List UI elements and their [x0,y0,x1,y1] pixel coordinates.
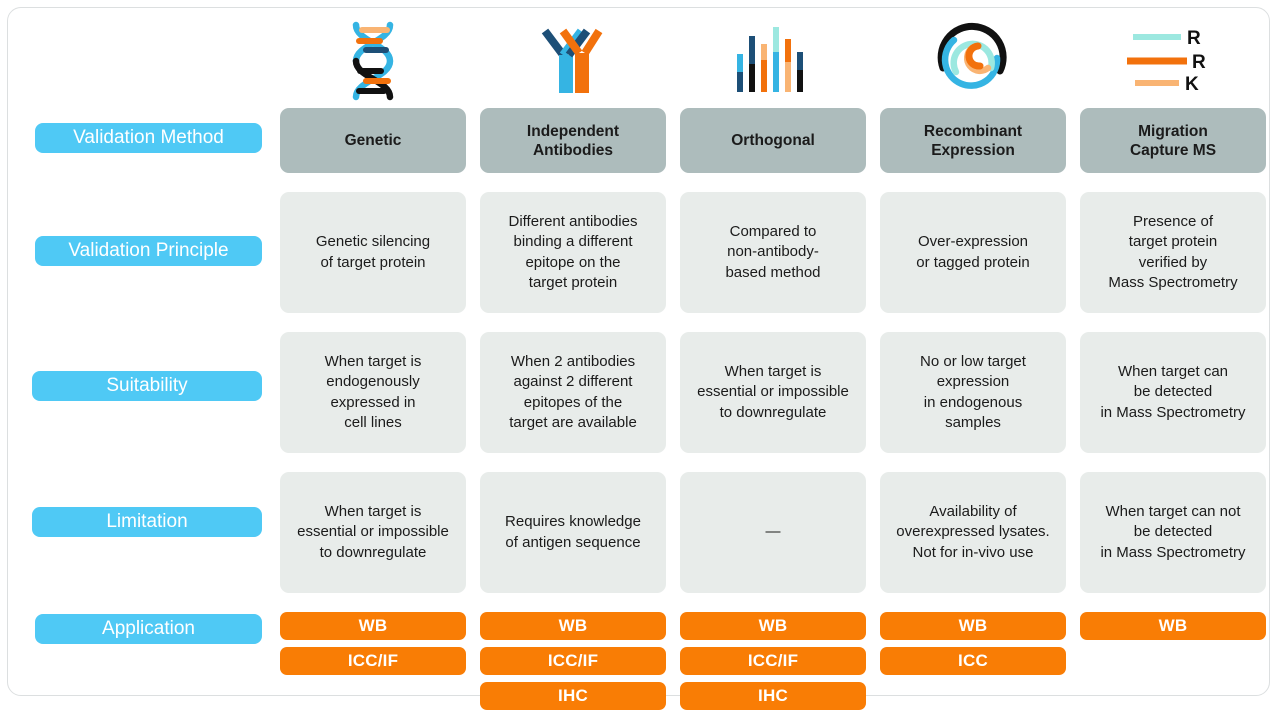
method-header: Orthogonal [680,108,866,173]
icon-strip: R R K [280,16,1270,104]
application-pill[interactable]: ICC/IF [680,647,866,675]
method-header: Recombinant Expression [880,108,1066,173]
limitation-cell: When target can not be detected in Mass Sp… [1080,472,1266,593]
application-pill[interactable]: WB [880,612,1066,640]
column-migration-capture-ms: Migration Capture MS Presence of target pr… [1080,108,1266,717]
application-pill[interactable]: IHC [680,682,866,710]
svg-text:K: K [1185,74,1199,95]
svg-text:R: R [1192,52,1206,73]
column-orthogonal: Orthogonal Compared to non-antibody-based… [680,108,866,717]
infographic-card: R R K Validation Method Validation Princ… [7,7,1270,710]
limitation-cell: Requires knowledge of antigen sequence [480,472,666,593]
suitability-cell: When target is endogenously expressed in ce… [280,332,466,453]
suitability-cell: When target is essential or impossible to … [680,332,866,453]
principle-cell: Genetic silencing of target protein [280,192,466,313]
antibody-pair-icon [533,21,613,99]
suitability-cell: When 2 antibodies against 2 different epit… [480,332,666,453]
row-label-column: Validation Method Validation Principle S… [8,8,280,697]
dna-helix-icon [342,19,404,101]
limitation-cell: — [680,472,866,593]
application-pill[interactable]: ICC [880,647,1066,675]
limitation-cell: Availability of overexpressed lysates. Not… [880,472,1066,593]
spectrum-bars-icon [735,24,811,96]
column-recombinant-expression: Recombinant Expression Over-expression or … [880,108,1066,717]
application-pill[interactable]: WB [1080,612,1266,640]
application-pill[interactable]: ICC/IF [280,647,466,675]
principle-cell: Over-expression or tagged protein [880,192,1066,313]
method-header: Genetic [280,108,466,173]
principle-cell: Different antibodies binding a different e… [480,192,666,313]
icon-cell-independent-antibodies [480,16,666,104]
row-label-suitability: Suitability [32,371,262,401]
principle-cell: Presence of target protein verified by Mass… [1080,192,1266,313]
row-label-validation-method: Validation Method [35,123,262,153]
application-list: WB ICC/IF IHC [480,612,666,717]
icon-cell-migration-capture-ms: R R K [1080,16,1266,104]
svg-text:R: R [1187,28,1201,49]
application-list: WB ICC [880,612,1066,682]
application-pill[interactable]: WB [680,612,866,640]
application-pill[interactable]: WB [280,612,466,640]
column-genetic: Genetic Genetic silencing of target prote… [280,108,466,717]
icon-cell-recombinant-expression [880,16,1066,104]
column-independent-antibodies: Independent Antibodies Different antibodi… [480,108,666,717]
ms-legend-icon: R R K [1125,23,1221,97]
row-label-validation-principle: Validation Principle [35,236,262,266]
method-header: Independent Antibodies [480,108,666,173]
application-pill[interactable]: WB [480,612,666,640]
suitability-cell: When target can be detected in Mass Spectr… [1080,332,1266,453]
application-pill[interactable]: IHC [480,682,666,710]
application-list: WB ICC/IF [280,612,466,682]
comparison-grid: Genetic Genetic silencing of target prote… [280,108,1270,717]
row-label-limitation: Limitation [32,507,262,537]
application-list: WB [1080,612,1266,647]
recombinant-spiral-icon [934,22,1012,98]
application-list: WB ICC/IF IHC [680,612,866,717]
limitation-cell: When target is essential or impossible to … [280,472,466,593]
principle-cell: Compared to non-antibody-based method [680,192,866,313]
icon-cell-genetic [280,16,466,104]
application-pill[interactable]: ICC/IF [480,647,666,675]
icon-cell-orthogonal [680,16,866,104]
row-label-application: Application [35,614,262,644]
method-header: Migration Capture MS [1080,108,1266,173]
suitability-cell: No or low target expression in endogenous s… [880,332,1066,453]
